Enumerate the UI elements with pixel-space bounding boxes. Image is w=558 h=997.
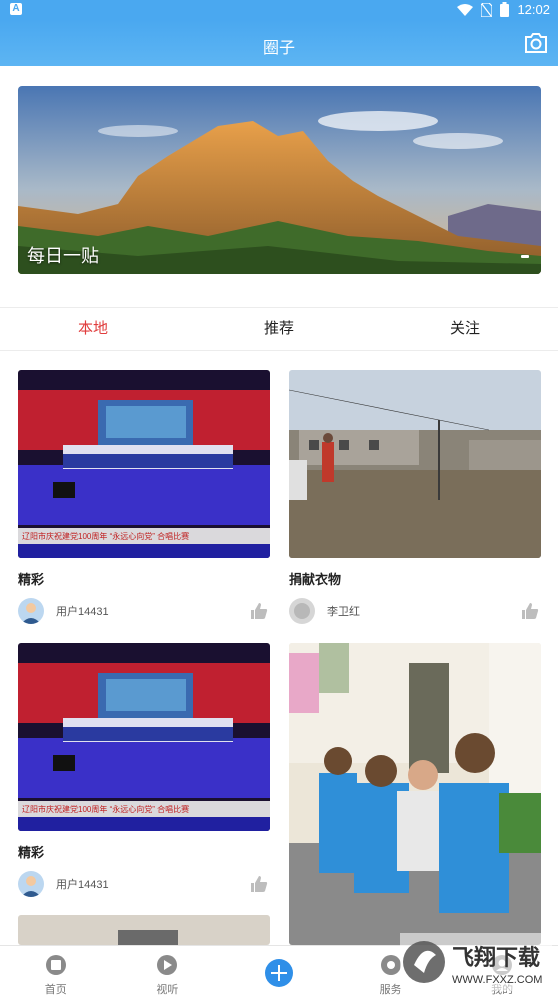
tab-recommended[interactable]: 推荐 <box>186 308 372 350</box>
watermark-brand: 飞翔下载 <box>452 945 540 970</box>
nav-home[interactable]: 首页 <box>0 946 112 996</box>
daily-post-banner[interactable]: 每日一贴 <box>18 86 541 274</box>
thumbs-up-icon[interactable] <box>521 602 539 620</box>
play-icon <box>157 955 178 975</box>
nav-media[interactable]: 视听 <box>112 946 224 996</box>
status-bar: A 12:02 <box>0 0 558 20</box>
service-icon <box>380 955 401 975</box>
image-banner-text: 辽阳市庆祝建党100周年 “永远心向党” 合唱比赛 <box>22 804 189 814</box>
wifi-icon <box>457 3 474 16</box>
image-banner-text: 辽阳市庆祝建党100周年 “永远心向党” 合唱比赛 <box>22 531 189 541</box>
watermark-logo: 飞翔下载 WWW.FXXZ.COM <box>400 933 552 991</box>
nav-publish[interactable] <box>223 946 335 996</box>
notification-badge: A <box>10 3 22 15</box>
divider <box>0 350 558 351</box>
feed-tabs: 本地 推荐 关注 <box>0 308 558 350</box>
post-image[interactable]: 辽阳市庆祝建党100周年 “永远心向党” 合唱比赛 <box>18 370 270 558</box>
banner-caption: 每日一贴 <box>27 246 99 266</box>
post-title: 精彩 <box>18 572 45 587</box>
battery-icon <box>500 2 510 17</box>
post-title: 捐献衣物 <box>289 572 342 587</box>
no-sim-icon <box>481 2 493 17</box>
post-title: 精彩 <box>18 845 45 860</box>
clock: 12:02 <box>517 2 550 17</box>
post-image[interactable] <box>289 370 541 558</box>
post-card[interactable]: 辽阳市庆祝建党100周年 “永远心向党” 合唱比赛 精彩 用户14431 <box>18 370 270 625</box>
camera-icon[interactable] <box>524 32 548 54</box>
thumbs-up-icon[interactable] <box>250 602 268 620</box>
page-title: 圈子 <box>262 40 295 57</box>
post-card[interactable] <box>289 643 541 945</box>
plus-icon <box>264 959 293 987</box>
post-card[interactable]: 捐献衣物 李卫红 <box>289 370 541 625</box>
watermark-url: WWW.FXXZ.COM <box>452 974 542 986</box>
author-name[interactable]: 用户14431 <box>56 876 109 892</box>
post-card[interactable]: 辽阳市庆祝建党100周年 “永远心向党” 合唱比赛 精彩 用户14431 <box>18 643 270 898</box>
author-name[interactable]: 用户14431 <box>56 603 109 619</box>
tab-following[interactable]: 关注 <box>372 308 558 350</box>
carousel-indicator <box>521 255 529 258</box>
post-image[interactable]: 辽阳市庆祝建党100周年 “永远心向党” 合唱比赛 <box>18 643 270 831</box>
avatar[interactable] <box>289 598 315 624</box>
home-icon <box>45 955 66 975</box>
post-image[interactable] <box>18 915 270 945</box>
post-card[interactable] <box>18 915 270 945</box>
author-name[interactable]: 李卫红 <box>327 603 360 619</box>
tab-local[interactable]: 本地 <box>0 308 186 350</box>
avatar[interactable] <box>18 871 44 897</box>
post-image[interactable] <box>289 643 541 945</box>
avatar[interactable] <box>18 598 44 624</box>
thumbs-up-icon[interactable] <box>250 875 268 893</box>
app-bar: 圈子 <box>0 20 558 66</box>
